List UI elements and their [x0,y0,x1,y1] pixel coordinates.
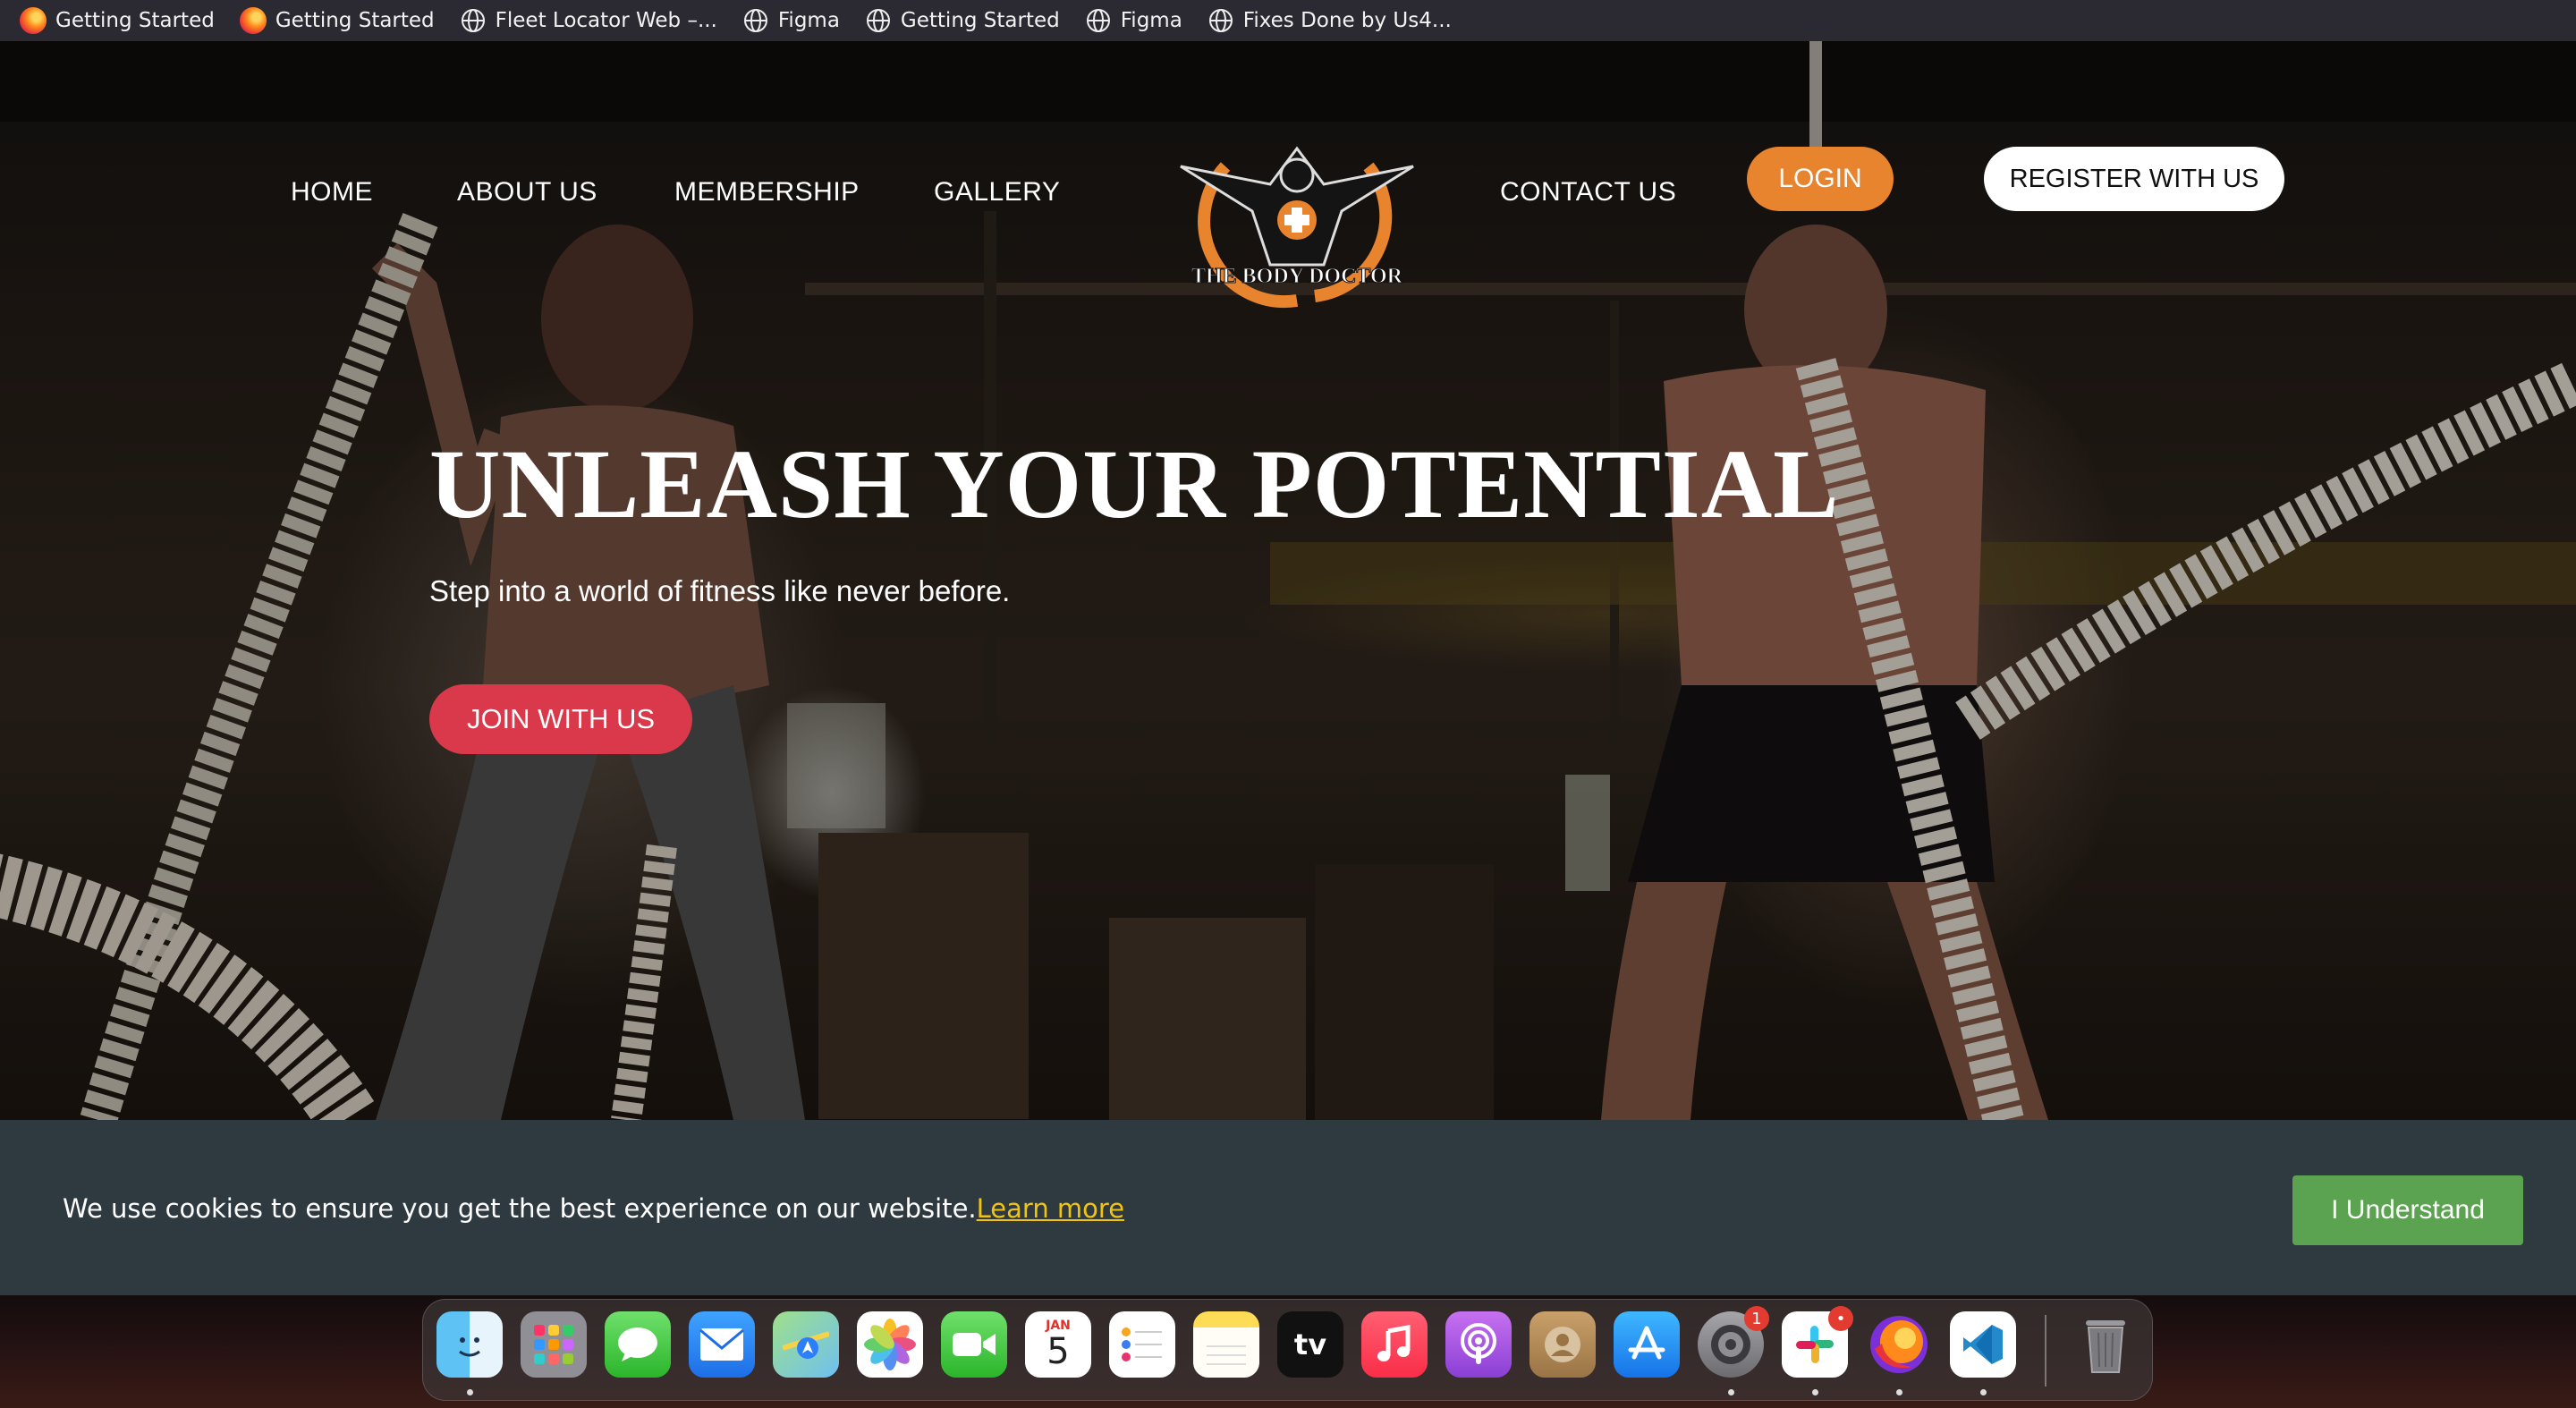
globe-icon [865,7,892,34]
hero-headline: UNLEASH YOUR POTENTIAL [429,429,1840,539]
bookmark-label: Getting Started [900,9,1060,32]
bookmark-fixes-done[interactable]: Fixes Done by Us4... [1208,7,1452,34]
globe-icon [1085,7,1112,34]
login-button[interactable]: LOGIN [1747,147,1894,211]
bookmark-fleet-locator[interactable]: Fleet Locator Web –... [460,7,717,34]
dock-running-dot [1728,1389,1734,1395]
vscode-icon[interactable] [1950,1311,2016,1378]
cookie-message-line: We use cookies to ensure you get the bes… [63,1193,1124,1224]
photos-icon[interactable] [857,1311,923,1378]
bookmark-label: Figma [777,9,840,32]
podcasts-icon[interactable] [1445,1311,1512,1378]
firefox-dock-icon[interactable] [1866,1311,1932,1378]
nav-about-us[interactable]: ABOUT US [457,177,597,208]
bookmark-figma-2[interactable]: Figma [1085,7,1182,34]
tv-label: tv [1293,1327,1327,1361]
nav-home[interactable]: HOME [291,177,373,208]
calendar-day: 5 [1046,1331,1070,1372]
bookmark-label: Fixes Done by Us4... [1242,9,1452,32]
finder-icon[interactable] [436,1311,503,1378]
bookmark-label: Fleet Locator Web –... [495,9,717,32]
hero-subline: Step into a world of fitness like never … [429,574,1011,607]
bookmark-getting-started-2[interactable]: Getting Started [239,7,435,34]
body-doctor-logo[interactable]: THE BODY DOCTOR [1163,131,1431,310]
dock-separator [2045,1315,2046,1387]
mail-icon[interactable] [689,1311,755,1378]
app-store-icon[interactable] [1614,1311,1680,1378]
cookie-accept-button[interactable]: I Understand [2292,1175,2523,1245]
dock-running-dot [1896,1389,1902,1395]
dock-running-dot [1812,1389,1818,1395]
launchpad-icon[interactable] [521,1311,587,1378]
apple-tv-icon[interactable]: tv [1277,1311,1343,1378]
bookmark-figma-1[interactable]: Figma [742,7,840,34]
reminders-icon[interactable] [1109,1311,1175,1378]
nav-gallery[interactable]: GALLERY [934,177,1060,208]
trash-icon[interactable] [2072,1311,2139,1378]
learn-more-link[interactable]: Learn more [977,1193,1124,1224]
facetime-icon[interactable] [941,1311,1007,1378]
globe-icon [742,7,769,34]
contacts-icon[interactable] [1530,1311,1596,1378]
dock-running-dot [467,1389,473,1395]
bookmark-getting-started-3[interactable]: Getting Started [865,7,1060,34]
bookmark-label: Getting Started [55,9,215,32]
bookmark-getting-started-1[interactable]: Getting Started [20,7,215,34]
logo-text: THE BODY DOCTOR [1191,265,1403,288]
cookie-message: We use cookies to ensure you get the bes… [63,1193,977,1224]
cookie-banner: We use cookies to ensure you get the bes… [0,1120,2576,1295]
calendar-icon[interactable]: JAN 5 [1025,1311,1091,1378]
bookmark-label: Getting Started [275,9,435,32]
bookmark-label: Figma [1120,9,1182,32]
music-icon[interactable] [1361,1311,1428,1378]
messages-icon[interactable] [605,1311,671,1378]
dock-running-dot [1980,1389,1987,1395]
maps-icon[interactable] [773,1311,839,1378]
join-with-us-button[interactable]: JOIN WITH US [429,684,692,754]
settings-badge: 1 [1744,1306,1769,1331]
globe-icon [460,7,487,34]
slack-badge: • [1828,1306,1853,1331]
nav-contact-us[interactable]: CONTACT US [1500,177,1676,208]
notes-icon[interactable] [1193,1311,1259,1378]
bookmarks-bar: Getting Started Getting Started Fleet Lo… [0,0,2576,41]
nav-membership[interactable]: MEMBERSHIP [674,177,860,208]
globe-icon [1208,7,1234,34]
register-button[interactable]: REGISTER WITH US [1984,147,2284,211]
firefox-icon [239,7,267,34]
hero-section: HOME ABOUT US MEMBERSHIP GALLERY THE BOD… [0,41,2576,1120]
firefox-icon [20,7,47,34]
